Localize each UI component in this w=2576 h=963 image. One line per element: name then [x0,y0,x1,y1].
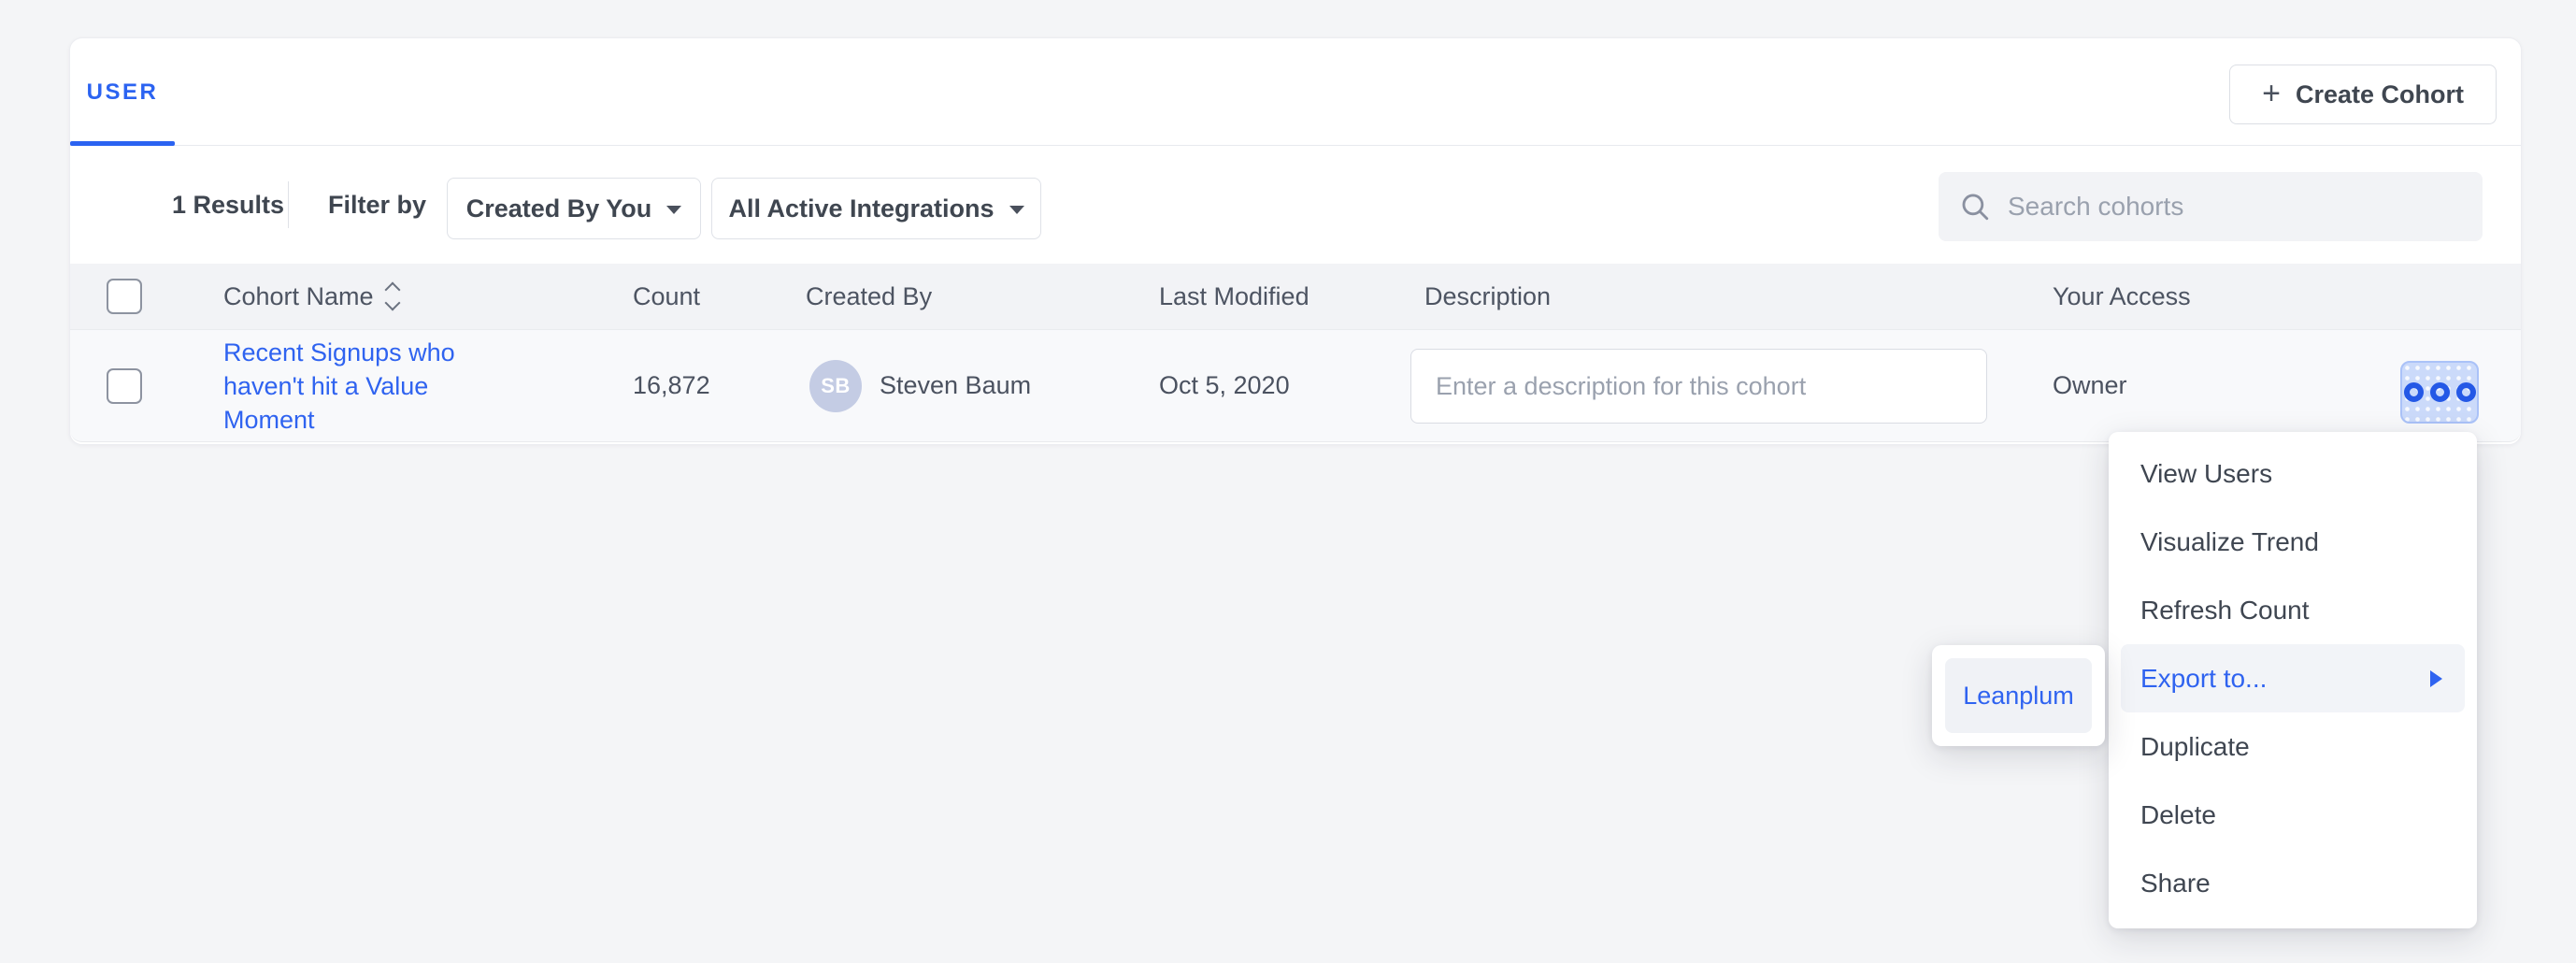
menu-item-export-to[interactable]: Export to... [2121,644,2465,712]
menu-item-share[interactable]: Share [2109,849,2477,917]
sort-icon[interactable] [387,284,398,309]
create-cohort-label: Create Cohort [2296,80,2464,109]
ellipsis-icon [2430,382,2450,402]
table-row: Recent Signups who haven't hit a Value M… [70,330,2521,442]
select-all-cell [107,264,142,329]
table-header: Cohort Name Count Created By Last Modifi… [70,264,2521,330]
description-input[interactable] [1410,349,1987,424]
row-checkbox[interactable] [107,368,142,404]
access-cell: Owner [2053,330,2127,441]
submenu-item-leanplum[interactable]: Leanplum [1945,658,2092,733]
ellipsis-icon [2456,382,2476,402]
column-header-last-modified: Last Modified [1159,264,1309,329]
ellipsis-icon [2404,382,2424,402]
chevron-down-icon [666,206,681,214]
create-cohort-button[interactable]: + Create Cohort [2229,65,2497,124]
toolbar-divider [288,181,289,228]
row-actions-menu: View Users Visualize Trend Refresh Count… [2109,432,2477,928]
column-header-your-access: Your Access [2053,264,2191,329]
column-header-description: Description [1424,264,1551,329]
menu-item-visualize-trend[interactable]: Visualize Trend [2109,508,2477,576]
row-select-cell [107,330,142,441]
chevron-down-icon [1009,206,1024,214]
creator-name: Steven Baum [880,330,1031,441]
menu-item-duplicate[interactable]: Duplicate [2109,712,2477,781]
tab-bar: USER + Create Cohort [70,38,2521,146]
integrations-dropdown-label: All Active Integrations [728,194,994,223]
last-modified-cell: Oct 5, 2020 [1159,330,1290,441]
column-header-count: Count [633,264,700,329]
count-cell: 16,872 [633,330,710,441]
export-submenu: Leanplum [1932,645,2105,746]
export-to-label: Export to... [2140,664,2267,694]
filter-by-label: Filter by [328,146,426,264]
cohort-name-link[interactable]: Recent Signups who haven't hit a Value M… [223,336,471,437]
created-by-dropdown[interactable]: Created By You [447,178,701,239]
tab-user[interactable]: USER [70,38,175,146]
integrations-dropdown[interactable]: All Active Integrations [711,178,1041,239]
avatar: SB [809,360,862,412]
cohort-name-header-label: Cohort Name [223,282,374,311]
column-header-created-by: Created By [806,264,932,329]
search-icon [1959,191,1991,223]
created-by-dropdown-label: Created By You [466,194,652,223]
submenu-arrow-icon [2430,670,2442,687]
search-input[interactable] [2008,192,2462,222]
cohort-name-cell: Recent Signups who haven't hit a Value M… [223,330,471,441]
plus-icon: + [2262,78,2281,109]
results-count: 1 Results [172,146,284,264]
cohorts-card: USER + Create Cohort 1 Results Filter by… [69,37,2522,445]
menu-item-refresh-count[interactable]: Refresh Count [2109,576,2477,644]
search-cohorts-box [1939,172,2483,241]
cohorts-page: USER + Create Cohort 1 Results Filter by… [0,0,2576,963]
column-header-cohort-name[interactable]: Cohort Name [223,264,398,329]
menu-item-delete[interactable]: Delete [2109,781,2477,849]
sort-down-chevron [384,295,400,311]
select-all-checkbox[interactable] [107,279,142,314]
menu-item-view-users[interactable]: View Users [2109,439,2477,508]
filter-toolbar: 1 Results Filter by Created By You All A… [70,146,2521,264]
row-actions-button[interactable] [2400,361,2479,424]
